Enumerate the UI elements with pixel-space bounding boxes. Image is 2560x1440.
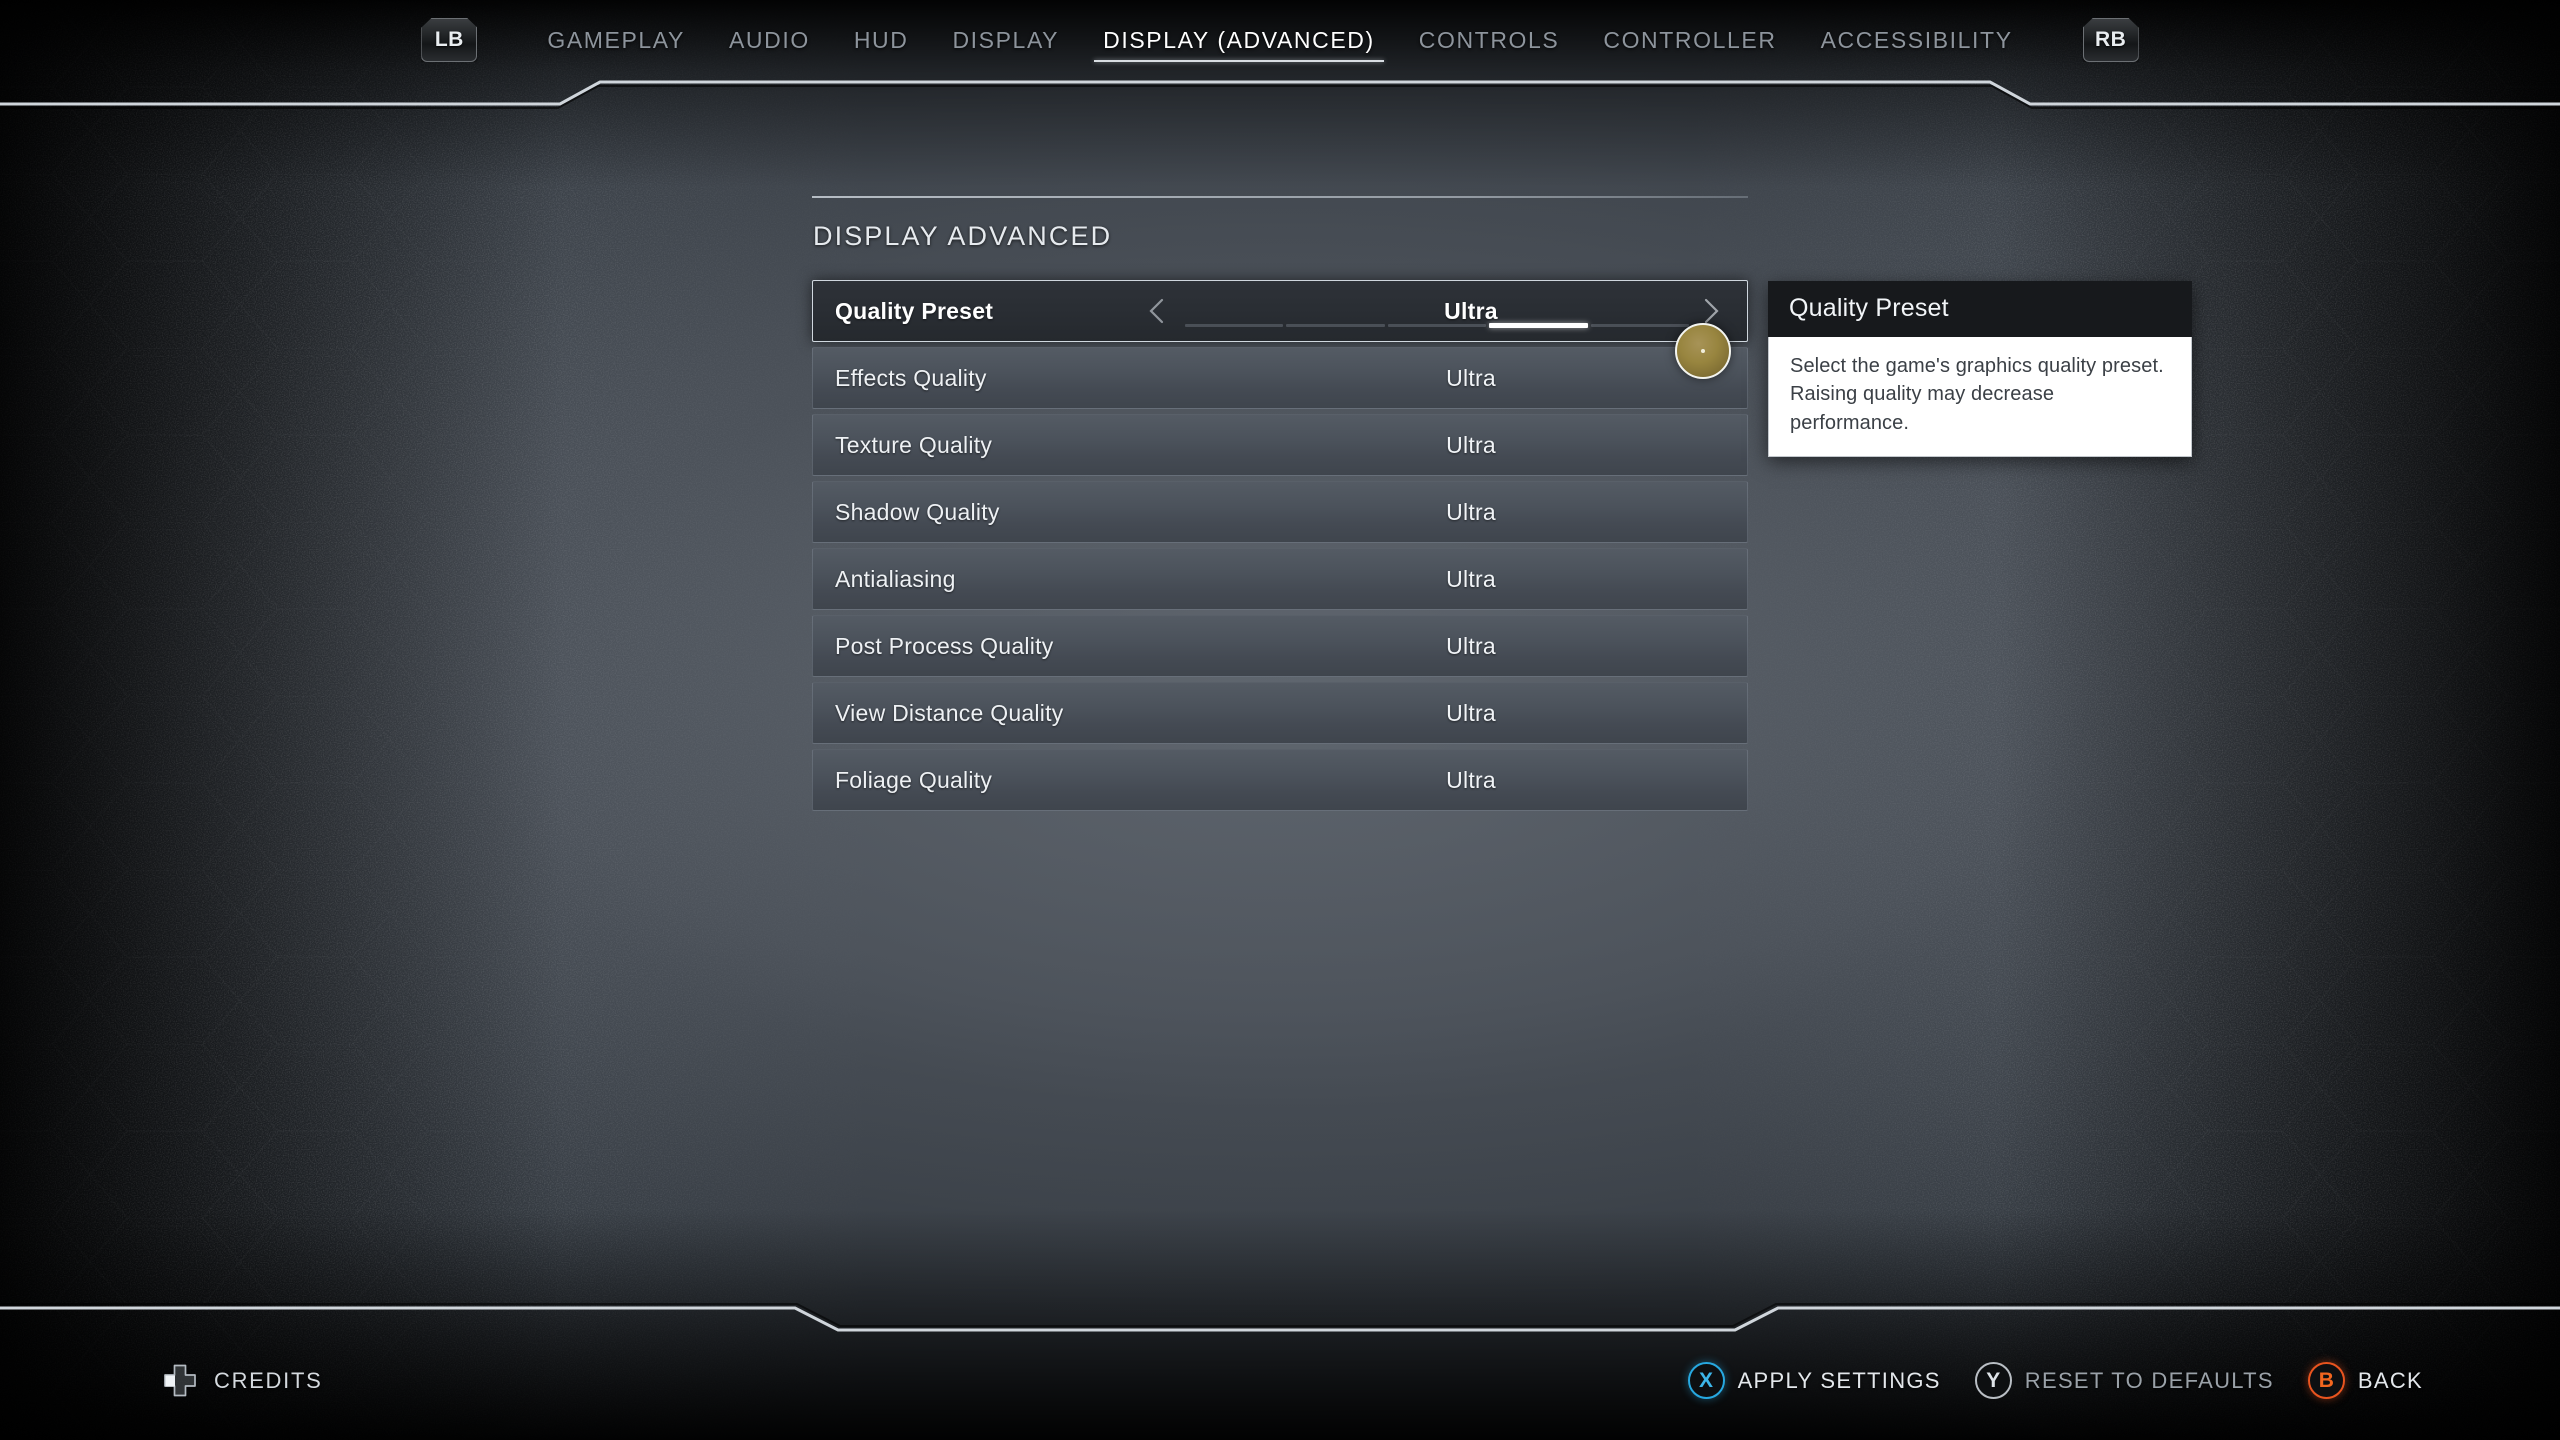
tab-accessibility[interactable]: ACCESSIBILITY — [1799, 17, 2035, 63]
setting-row-shadow-quality[interactable]: Shadow Quality Ultra — [812, 481, 1748, 543]
tab-display-advanced-label: DISPLAY (ADVANCED) — [1103, 26, 1375, 53]
setting-label: Foliage Quality — [835, 766, 993, 793]
setting-row-quality-preset[interactable]: Quality Preset Ultra — [812, 280, 1748, 342]
value-segment-track[interactable] — [1185, 323, 1690, 328]
button-prompt-list: X APPLY SETTINGS Y RESET TO DEFAULTS B B… — [1687, 1362, 2423, 1399]
segment-active — [1489, 323, 1588, 328]
prompt-back[interactable]: B BACK — [2307, 1362, 2423, 1399]
tab-gameplay-label: GAMEPLAY — [547, 26, 685, 53]
tab-audio[interactable]: AUDIO — [707, 17, 832, 63]
setting-label: Antialiasing — [835, 565, 956, 592]
tab-accessibility-label: ACCESSIBILITY — [1820, 26, 2013, 53]
segment — [1387, 324, 1487, 327]
setting-row-effects-quality[interactable]: Effects Quality Ultra — [812, 347, 1748, 409]
panel-top-rule — [812, 196, 1748, 198]
prompt-reset-to-defaults-label: RESET TO DEFAULTS — [2024, 1367, 2274, 1393]
setting-row-post-process-quality[interactable]: Post Process Quality Ultra — [812, 615, 1748, 677]
setting-value: Ultra — [1446, 632, 1496, 659]
cursor-dot — [1701, 349, 1705, 353]
tab-controls[interactable]: CONTROLS — [1397, 17, 1582, 63]
settings-row-list: Quality Preset Ultra Effects Quality Ult… — [812, 280, 1748, 811]
tab-display-advanced[interactable]: DISPLAY (ADVANCED) — [1081, 17, 1397, 63]
setting-tooltip: Quality Preset Select the game's graphic… — [1768, 281, 2192, 458]
tab-display[interactable]: DISPLAY — [930, 17, 1081, 63]
footer-bar: CREDITS X APPLY SETTINGS Y RESET TO DEFA… — [0, 1336, 2560, 1440]
button-x-glyph: X — [1699, 1368, 1714, 1392]
segment — [1286, 324, 1385, 327]
setting-label: Shadow Quality — [835, 498, 1000, 525]
setting-label: Effects Quality — [835, 364, 987, 391]
cursor — [1675, 323, 1731, 379]
setting-label: Texture Quality — [835, 431, 993, 458]
tab-gameplay[interactable]: GAMEPLAY — [525, 17, 707, 63]
segment — [1590, 324, 1690, 327]
tab-audio-label: AUDIO — [728, 26, 810, 53]
tab-controls-label: CONTROLS — [1418, 26, 1560, 53]
settings-tab-bar: LB GAMEPLAY AUDIO HUD DISPLAY DISPLAY (A… — [0, 0, 2560, 80]
setting-value: Ultra — [1446, 766, 1496, 793]
setting-row-foliage-quality[interactable]: Foliage Quality Ultra — [812, 749, 1748, 811]
setting-row-view-distance-quality[interactable]: View Distance Quality Ultra — [812, 682, 1748, 744]
segment — [1185, 324, 1284, 327]
prompt-apply-settings[interactable]: X APPLY SETTINGS — [1687, 1362, 1941, 1399]
prompt-back-label: BACK — [2357, 1367, 2423, 1393]
prompt-reset-to-defaults[interactable]: Y RESET TO DEFAULTS — [1974, 1362, 2274, 1399]
shoulder-button-lb[interactable]: LB — [421, 18, 478, 62]
settings-panel: DISPLAY ADVANCED Quality Preset Ultra Ef… — [812, 196, 1748, 811]
tooltip-body: Select the game's graphics quality prese… — [1768, 337, 2192, 458]
button-y-icon: Y — [1974, 1362, 2012, 1399]
tab-list: GAMEPLAY AUDIO HUD DISPLAY DISPLAY (ADVA… — [525, 17, 2034, 63]
tab-controller-label: CONTROLLER — [1603, 26, 1777, 53]
button-x-icon: X — [1687, 1362, 1725, 1399]
setting-value: Ultra — [1446, 498, 1496, 525]
shoulder-button-rb-label: RB — [2094, 28, 2127, 51]
setting-label: Quality Preset — [835, 297, 994, 324]
page-title: DISPLAY ADVANCED — [813, 221, 1113, 251]
tooltip-title: Quality Preset — [1789, 294, 1949, 322]
tab-hud[interactable]: HUD — [832, 17, 931, 63]
tooltip-description: Select the game's graphics quality prese… — [1790, 355, 2164, 434]
setting-value: Ultra — [1446, 565, 1496, 592]
button-b-glyph: B — [2318, 1368, 2334, 1392]
setting-value: Ultra — [1446, 699, 1496, 726]
setting-row-antialiasing[interactable]: Antialiasing Ultra — [812, 548, 1748, 610]
chevron-right-icon[interactable] — [1695, 296, 1725, 326]
credits-button[interactable]: CREDITS — [163, 1364, 322, 1398]
tab-hud-label: HUD — [853, 26, 909, 53]
button-y-glyph: Y — [1986, 1368, 2001, 1392]
shoulder-button-lb-label: LB — [434, 28, 464, 51]
prompt-apply-settings-label: APPLY SETTINGS — [1737, 1367, 1941, 1393]
tab-display-label: DISPLAY — [952, 26, 1060, 53]
tab-controller[interactable]: CONTROLLER — [1581, 17, 1798, 63]
credits-label: CREDITS — [214, 1368, 323, 1393]
tooltip-header: Quality Preset — [1768, 281, 2192, 337]
shoulder-button-rb[interactable]: RB — [2082, 18, 2139, 62]
button-b-icon: B — [2307, 1362, 2345, 1399]
setting-row-texture-quality[interactable]: Texture Quality Ultra — [812, 414, 1748, 476]
dpad-left-icon — [164, 1364, 196, 1397]
